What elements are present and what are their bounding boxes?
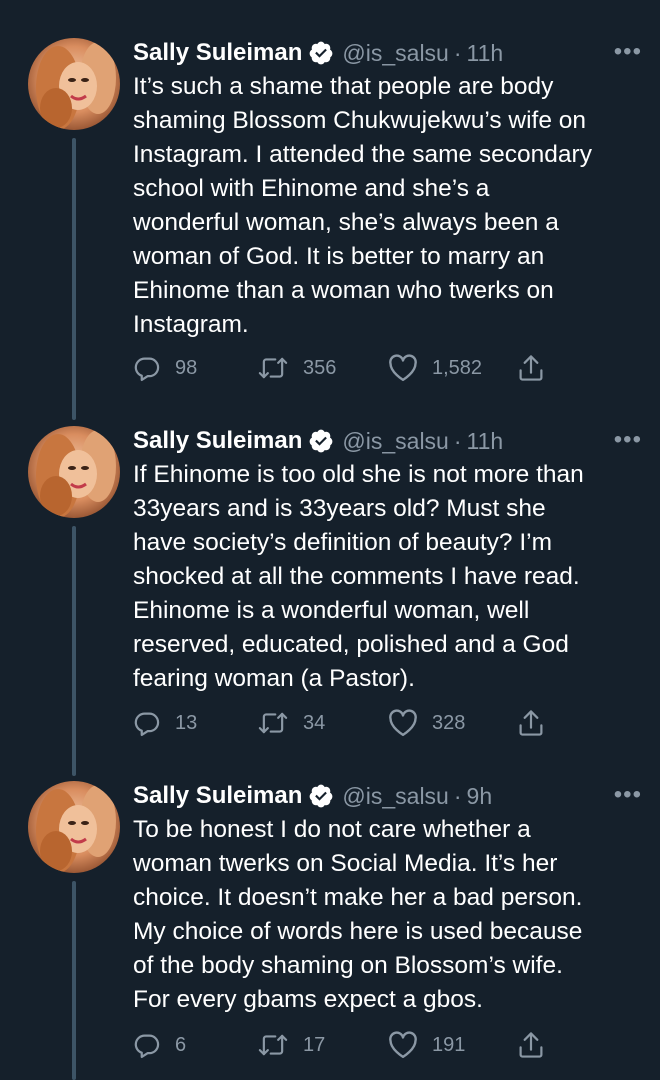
tweet[interactable]: Sally Suleiman @is_salsu · 11h ••• It’s … (0, 38, 660, 420)
verified-badge-icon (308, 40, 334, 66)
like-button[interactable]: 328 (388, 708, 465, 738)
tweet-actions: 98 356 1,582 (133, 353, 573, 383)
timestamp[interactable]: 9h (467, 783, 493, 810)
heart-icon (388, 1031, 418, 1059)
avatar[interactable] (28, 426, 120, 518)
tweet-text-line: reserved, educated, polished and a God (133, 631, 569, 658)
tweet-text-line: Ehinome is a wonderful woman, well (133, 597, 530, 624)
timestamp[interactable]: 11h (467, 40, 504, 67)
handle[interactable]: @is_salsu (342, 40, 448, 67)
tweet-text-line: For every gbams expect a gbos. (133, 986, 483, 1013)
reply-button[interactable]: 6 (133, 1030, 186, 1060)
tweet[interactable]: Sally Suleiman @is_salsu · 11h ••• If Eh… (0, 426, 660, 776)
retweet-icon (257, 354, 289, 382)
tweet-text-line: choice. It doesn’t make her a bad person… (133, 884, 583, 911)
verified-badge-icon (308, 783, 334, 809)
retweet-button[interactable]: 34 (257, 708, 325, 738)
reply-count: 98 (175, 356, 198, 379)
tweet-text-line: If Ehinome is too old she is not more th… (133, 461, 584, 488)
tweet-text: It’s such a shame that people are body s… (133, 70, 643, 342)
retweet-button[interactable]: 17 (257, 1030, 325, 1060)
share-icon (517, 353, 545, 383)
timestamp[interactable]: 11h (467, 428, 504, 455)
like-button[interactable]: 1,582 (388, 353, 482, 383)
thread-line (72, 138, 76, 420)
tweet-actions: 6 17 191 (133, 1030, 573, 1060)
tweet-text-line: It’s such a shame that people are body (133, 73, 554, 100)
tweet-text-line: Instagram. (133, 311, 249, 338)
tweet-text: To be honest I do not care whether a wom… (133, 813, 643, 1017)
reply-count: 6 (175, 1033, 187, 1056)
reply-button[interactable]: 98 (133, 353, 197, 383)
like-count: 1,582 (432, 356, 483, 379)
tweet-text: If Ehinome is too old she is not more th… (133, 458, 643, 696)
share-icon (517, 1030, 545, 1060)
retweet-count: 17 (303, 1033, 326, 1056)
tweet-text-line: fearing woman (a Pastor). (133, 665, 415, 692)
tweet-header: Sally Suleiman @is_salsu · 11h (133, 38, 646, 68)
more-icon[interactable]: ••• (614, 783, 642, 807)
retweet-icon (257, 1031, 289, 1059)
tweet-text-line: woman twerks on Social Media. It’s her (133, 850, 558, 877)
tweet-text-line: My choice of words here is used because (133, 918, 583, 945)
like-button[interactable]: 191 (388, 1030, 465, 1060)
tweet-header: Sally Suleiman @is_salsu · 11h (133, 426, 646, 456)
tweet-text-line: of the body shaming on Blossom’s wife. (133, 952, 563, 979)
tweet-header: Sally Suleiman @is_salsu · 9h (133, 781, 646, 811)
reply-count: 13 (175, 711, 198, 734)
tweet-text-line: Ehinome than a woman who twerks on (133, 277, 554, 304)
separator: · (453, 782, 462, 809)
share-button[interactable] (517, 708, 545, 738)
reply-icon (133, 709, 161, 737)
tweet-text-line: 33years and is 33years old? Must she (133, 495, 546, 522)
separator: · (453, 427, 462, 454)
display-name[interactable]: Sally Suleiman (133, 782, 302, 810)
more-icon[interactable]: ••• (614, 40, 642, 64)
tweet-text-line: Instagram. I attended the same secondary (133, 141, 592, 168)
tweet-text-line: woman of God. It is better to marry an (133, 243, 545, 270)
share-button[interactable] (517, 1030, 545, 1060)
retweet-count: 34 (303, 711, 326, 734)
tweet[interactable]: Sally Suleiman @is_salsu · 9h ••• To be … (0, 781, 660, 1080)
retweet-count: 356 (303, 356, 337, 379)
handle[interactable]: @is_salsu (342, 783, 448, 810)
reply-button[interactable]: 13 (133, 708, 197, 738)
tweet-text-line: school with Ehinome and she’s a (133, 175, 490, 202)
share-icon (517, 708, 545, 738)
retweet-icon (257, 709, 289, 737)
heart-icon (388, 354, 418, 382)
reply-icon (133, 354, 161, 382)
handle[interactable]: @is_salsu (342, 428, 448, 455)
display-name[interactable]: Sally Suleiman (133, 39, 302, 67)
tweet-text-line: To be honest I do not care whether a (133, 816, 531, 843)
tweet-actions: 13 34 328 (133, 708, 573, 738)
tweet-text-line: have society’s definition of beauty? I’m (133, 529, 553, 556)
avatar[interactable] (28, 38, 120, 130)
avatar[interactable] (28, 781, 120, 873)
reply-icon (133, 1031, 161, 1059)
heart-icon (388, 709, 418, 737)
tweet-text-line: wonderful woman, she’s always been a (133, 209, 559, 236)
verified-badge-icon (308, 428, 334, 454)
tweet-text-line: shocked at all the comments I have read. (133, 563, 580, 590)
tweet-text-line: shaming Blossom Chukwujekwu’s wife on (133, 107, 586, 134)
thread-line (72, 881, 76, 1080)
like-count: 191 (432, 1033, 466, 1056)
share-button[interactable] (517, 353, 545, 383)
retweet-button[interactable]: 356 (257, 353, 336, 383)
like-count: 328 (432, 711, 466, 734)
separator: · (453, 39, 462, 66)
more-icon[interactable]: ••• (614, 428, 642, 452)
thread-line (72, 526, 76, 776)
display-name[interactable]: Sally Suleiman (133, 427, 302, 455)
